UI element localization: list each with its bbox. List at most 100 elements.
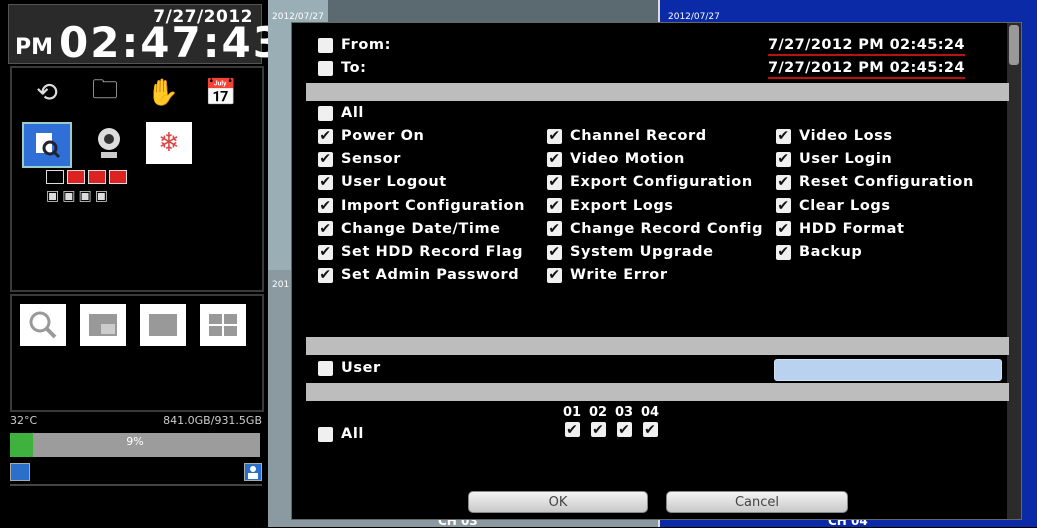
channel-record-icons: ▣ ▣ ▣ ▣: [46, 188, 108, 204]
event-item[interactable]: ✔ Change Date/Time: [318, 221, 501, 237]
channel-status-indicators: [46, 170, 127, 184]
camera-overlay-text: 201: [272, 280, 290, 290]
channel-option[interactable]: 03 ✔: [614, 405, 634, 437]
event-label: Video Motion: [570, 151, 685, 168]
event-checkbox[interactable]: ✔: [318, 198, 333, 214]
event-item[interactable]: ✔ Sensor: [318, 151, 401, 167]
pip-view-icon[interactable]: [80, 304, 126, 346]
log-search-dialog: From: 7/27/2012 PM 02:45:24 To: 7/27/201…: [291, 22, 1022, 520]
ptz-hand-icon[interactable]: ✋: [146, 78, 180, 108]
event-checkbox[interactable]: ✔: [776, 244, 791, 260]
event-label: HDD Format: [799, 220, 905, 237]
event-item[interactable]: ✔ Reset Configuration: [776, 174, 974, 190]
event-item[interactable]: ✔ System Upgrade: [547, 244, 714, 260]
channel-option[interactable]: 02 ✔: [588, 405, 608, 437]
event-label: Change Record Config: [570, 220, 764, 237]
channel-checkbox[interactable]: ✔: [616, 422, 632, 437]
freeze-icon[interactable]: ❄: [146, 122, 192, 164]
event-checkbox[interactable]: ✔: [547, 174, 562, 190]
log-search-icon[interactable]: [22, 122, 72, 168]
schedule-search-icon[interactable]: 📅: [204, 78, 238, 108]
disk-usage: 841.0GB/931.5GB: [163, 414, 262, 427]
event-checkbox[interactable]: ✔: [776, 151, 791, 167]
current-time: 02:47:43: [59, 18, 284, 67]
clock-display: 7/27/2012 PM 02:47:43: [8, 4, 282, 67]
scrollbar-thumb[interactable]: [1009, 25, 1019, 65]
event-label: Change Date/Time: [341, 220, 501, 237]
event-item[interactable]: ✔ Set HDD Record Flag: [318, 244, 523, 260]
event-item[interactable]: ✔ User Login: [776, 151, 892, 167]
event-item[interactable]: ✔ HDD Format: [776, 221, 905, 237]
channel-option[interactable]: 01 ✔: [562, 405, 582, 437]
event-label: User Logout: [341, 174, 447, 191]
event-checkbox[interactable]: ✔: [318, 128, 333, 144]
from-checkbox[interactable]: [318, 37, 333, 53]
event-label: Set HDD Record Flag: [341, 244, 524, 260]
event-checkbox[interactable]: ✔: [318, 267, 333, 283]
event-checkbox[interactable]: ✔: [547, 244, 562, 260]
event-item[interactable]: ✔ Video Motion: [547, 151, 685, 167]
disk-progress-bar: 9%: [10, 433, 260, 457]
events-all-row: All: [318, 105, 364, 121]
event-checkbox[interactable]: ✔: [547, 221, 562, 237]
to-datetime-field[interactable]: 7/27/2012 PM 02:45:24: [768, 60, 965, 79]
event-checkbox[interactable]: ✔: [547, 151, 562, 167]
events-all-label: All: [341, 105, 364, 121]
event-item[interactable]: ✔ Write Error: [547, 267, 668, 283]
event-item[interactable]: ✔ Power On: [318, 128, 424, 144]
zoom-icon[interactable]: [20, 304, 66, 346]
channel-option[interactable]: 04 ✔: [640, 405, 660, 437]
event-checkbox[interactable]: ✔: [318, 174, 333, 190]
event-checkbox[interactable]: ✔: [776, 198, 791, 214]
event-item[interactable]: ✔ Clear Logs: [776, 198, 891, 214]
quad-view-icon[interactable]: [200, 304, 246, 346]
channel-checkbox[interactable]: ✔: [590, 422, 606, 437]
section-separator: [306, 83, 1009, 101]
event-item[interactable]: ✔ Change Record Config: [547, 221, 763, 237]
event-item[interactable]: ✔ Channel Record: [547, 128, 707, 144]
camera-icon[interactable]: [86, 122, 132, 164]
from-datetime-field[interactable]: 7/27/2012 PM 02:45:24: [768, 37, 965, 56]
user-icon[interactable]: [244, 463, 262, 481]
event-label: Set Admin Password: [341, 267, 520, 284]
camera-overlay-text: 2012/07/27: [668, 12, 720, 22]
event-label: Sensor: [341, 151, 401, 168]
event-checkbox[interactable]: ✔: [776, 221, 791, 237]
event-item[interactable]: ✔ Export Logs: [547, 198, 674, 214]
playback-icon[interactable]: ⟲: [30, 78, 64, 108]
camera-overlay-text: 2012/07/27: [272, 12, 324, 22]
folder-icon[interactable]: 🗀: [88, 75, 122, 108]
event-item[interactable]: ✔ Backup: [776, 244, 862, 260]
record-icon: ▣: [62, 188, 76, 204]
event-label: Export Configuration: [570, 174, 753, 191]
user-select-field[interactable]: [774, 359, 1002, 381]
to-checkbox[interactable]: [318, 60, 333, 76]
channel-checkbox[interactable]: ✔: [642, 422, 658, 437]
event-checkbox[interactable]: ✔: [776, 174, 791, 190]
ok-button[interactable]: OK: [468, 491, 648, 513]
single-view-icon[interactable]: [140, 304, 186, 346]
event-checkbox[interactable]: ✔: [776, 128, 791, 144]
network-icon[interactable]: [10, 463, 30, 481]
event-item[interactable]: ✔ Import Configuration: [318, 198, 525, 214]
channel-checkbox[interactable]: ✔: [564, 422, 580, 437]
event-item[interactable]: ✔ Video Loss: [776, 128, 893, 144]
event-item[interactable]: ✔ Export Configuration: [547, 174, 753, 190]
event-checkbox[interactable]: ✔: [547, 267, 562, 283]
event-checkbox[interactable]: ✔: [318, 244, 333, 260]
events-all-checkbox[interactable]: [318, 105, 333, 121]
event-checkbox[interactable]: ✔: [318, 151, 333, 167]
cancel-button[interactable]: Cancel: [666, 491, 848, 513]
from-row: From:: [318, 37, 391, 53]
dialog-scrollbar[interactable]: [1007, 23, 1021, 519]
event-label: Export Logs: [570, 197, 674, 214]
channel-all-checkbox[interactable]: [318, 426, 333, 442]
event-item[interactable]: ✔ User Logout: [318, 174, 447, 190]
event-checkbox[interactable]: ✔: [318, 221, 333, 237]
event-item[interactable]: ✔ Set Admin Password: [318, 267, 519, 283]
user-checkbox[interactable]: [318, 360, 333, 376]
event-checkbox[interactable]: ✔: [547, 128, 562, 144]
disk-percent: 9%: [126, 435, 144, 448]
event-checkbox[interactable]: ✔: [547, 198, 562, 214]
function-icon-panel: ⟲ 🗀 ✋ 📅 ❄ ▣ ▣ ▣ ▣: [10, 66, 264, 292]
